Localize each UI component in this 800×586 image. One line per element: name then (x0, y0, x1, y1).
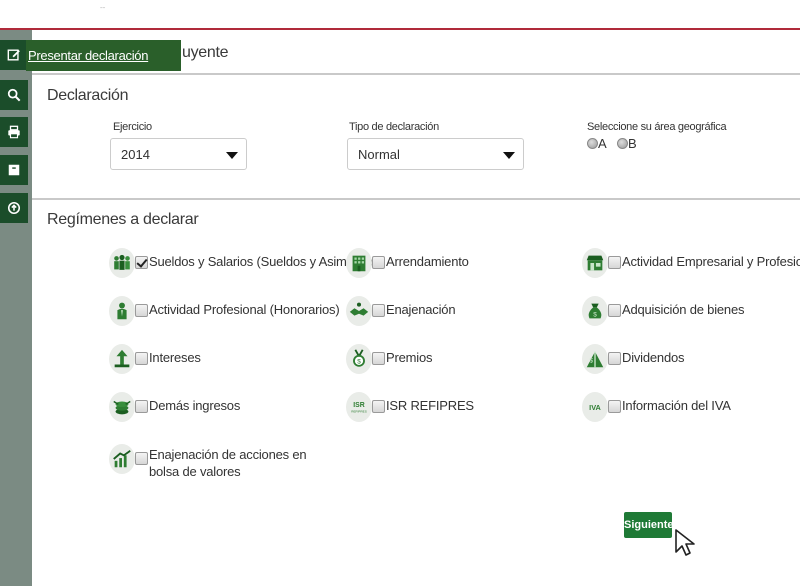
regimen-actividad-profesional[interactable]: Actividad Profesional (Honorarios) (109, 296, 340, 328)
regimenes-title: Regímenes a declarar (47, 211, 199, 228)
regimen-checkbox[interactable] (135, 452, 148, 465)
growth-arrow-icon (109, 344, 135, 374)
svg-text:IVA: IVA (589, 403, 601, 412)
regimen-label: ISR REFIPRES (386, 398, 474, 413)
svg-text:ISR: ISR (353, 402, 364, 409)
regimen-actividad-empresarial[interactable]: Actividad Empresarial y Profesional (582, 248, 800, 280)
divider (32, 73, 800, 75)
tipo-declaracion-value: Normal (358, 147, 400, 162)
regimen-checkbox[interactable] (372, 400, 385, 413)
logo-fragment: ˍˍ (100, 0, 106, 9)
top-header: ˍˍ (0, 0, 800, 30)
page-title: uyente (182, 44, 229, 61)
regimen-label: Arrendamiento (386, 254, 469, 269)
regimen-label: Premios (386, 350, 433, 365)
regimen-label: Información del IVA (622, 398, 731, 413)
handshake-icon (346, 296, 372, 326)
declaracion-title: Declaración (47, 87, 129, 104)
presentar-declaracion-tooltip[interactable]: Presentar declaración (26, 40, 181, 71)
regimen-checkbox[interactable] (372, 352, 385, 365)
regimen-checkbox[interactable] (135, 256, 148, 269)
svg-text:REFIPRES: REFIPRES (351, 410, 367, 414)
regimen-informacion-iva[interactable]: IVA Información del IVA (582, 392, 742, 424)
regimen-checkbox[interactable] (135, 400, 148, 413)
area-b-radio[interactable] (617, 138, 628, 149)
tipo-declaracion-label: Tipo de declaración (349, 121, 439, 133)
regimen-checkbox[interactable] (135, 352, 148, 365)
regimen-adquisicion-bienes[interactable]: $ Adquisición de bienes (582, 296, 745, 328)
building-icon (346, 248, 372, 278)
regimen-checkbox[interactable] (608, 256, 621, 269)
tipo-declaracion-select[interactable]: Normal (347, 138, 524, 170)
siguiente-button[interactable]: Siguiente (624, 512, 674, 538)
professional-icon (109, 296, 135, 326)
medal-icon: $ (346, 344, 372, 374)
ejercicio-label: Ejercicio (113, 121, 152, 133)
regimen-checkbox[interactable] (608, 304, 621, 317)
regimen-arrendamiento[interactable]: Arrendamiento (346, 248, 476, 280)
regimen-checkbox[interactable] (372, 304, 385, 317)
iva-icon: IVA (582, 392, 608, 422)
divider (32, 198, 800, 200)
ejercicio-select[interactable]: 2014 (110, 138, 247, 170)
regimen-checkbox[interactable] (372, 256, 385, 269)
area-geografica-label: Seleccione su área geográfica (587, 121, 727, 133)
regimen-enajenacion[interactable]: Enajenación (346, 296, 476, 328)
regimen-label: Enajenación (386, 302, 456, 317)
regimen-label: Enajenación de acciones en bolsa de valo… (149, 447, 307, 479)
regimen-label: Dividendos (622, 350, 685, 365)
ejercicio-value: 2014 (121, 147, 150, 162)
storefront-icon (582, 248, 608, 278)
area-a-radio[interactable] (587, 138, 598, 149)
area-b-label: B (628, 136, 637, 151)
regimen-label: Adquisición de bienes (622, 302, 745, 317)
isr-refipres-icon: ISR REFIPRES (346, 392, 372, 422)
chevron-down-icon (503, 152, 515, 159)
regimen-checkbox[interactable] (608, 352, 621, 365)
archive-icon[interactable] (0, 155, 28, 185)
header-divider (0, 28, 800, 30)
search-icon[interactable] (0, 80, 28, 110)
regimen-checkbox[interactable] (135, 304, 148, 317)
area-a-label: A (598, 136, 607, 151)
regimen-label: Demás ingresos (149, 398, 241, 413)
svg-text:$: $ (593, 312, 597, 319)
regimen-dividendos[interactable]: $ Dividendos (582, 344, 692, 376)
upload-circle-icon[interactable] (0, 193, 28, 223)
stock-chart-icon (109, 444, 135, 474)
dividends-icon: $ (582, 344, 608, 374)
regimen-checkbox[interactable] (608, 400, 621, 413)
regimen-label: Intereses (149, 350, 201, 365)
edit-icon[interactable] (0, 40, 28, 70)
mouse-cursor-icon (672, 528, 702, 558)
svg-text:$: $ (590, 358, 594, 365)
chevron-down-icon (226, 152, 238, 159)
regimen-premios[interactable]: $ Premios (346, 344, 456, 376)
print-icon[interactable] (0, 117, 28, 147)
regimen-label: Actividad Empresarial y Profesional (622, 254, 800, 269)
regimen-label: Actividad Profesional (Honorarios) (149, 302, 340, 317)
regimen-enajenacion-acciones[interactable]: Enajenación de acciones en bolsa de valo… (109, 444, 349, 486)
sidebar (0, 30, 32, 586)
regimen-sueldos-salarios[interactable]: Sueldos y Salarios (Sueldos y Asimilados… (109, 248, 384, 280)
svg-text:$: $ (357, 359, 361, 366)
regimen-demas-ingresos[interactable]: Demás ingresos (109, 392, 241, 424)
money-bag-icon: $ (582, 296, 608, 326)
regimen-intereses[interactable]: Intereses (109, 344, 219, 376)
regimen-isr-refipres[interactable]: ISR REFIPRES ISR REFIPRES (346, 392, 476, 424)
coins-icon (109, 392, 135, 422)
workers-icon (109, 248, 135, 278)
